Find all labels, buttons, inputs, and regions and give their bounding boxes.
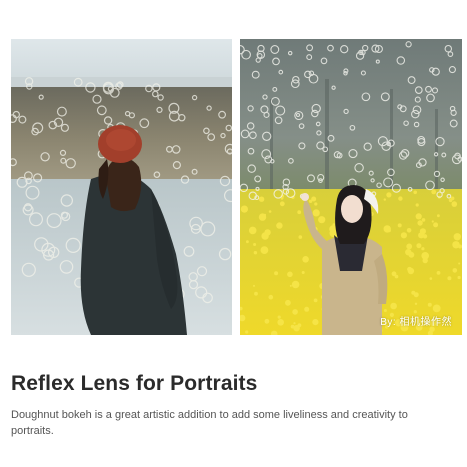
flower-dot [313,298,318,303]
section-description: Doughnut bokeh is a great artistic addit… [11,409,408,437]
flower-dot [458,262,461,265]
flower-dot [422,234,428,239]
flower-dot [437,214,440,218]
flower-dot [433,222,439,228]
portrait-photo-left [11,39,232,335]
flower-dot [240,205,248,213]
flower-dot [297,210,302,215]
flower-dot [293,322,296,325]
flower-dot [302,256,309,263]
flower-dot [258,196,265,202]
flower-dot [407,266,412,272]
flower-dot [274,271,279,276]
flower-dot [268,210,272,213]
flower-dot [427,302,432,307]
flower-dot [421,252,429,260]
flower-dot [293,325,300,332]
flower-dot [287,271,293,278]
flower-dot [304,306,310,312]
flower-dot [416,243,422,249]
flower-dot [298,235,303,239]
flower-dot [277,319,284,326]
flower-dot [391,271,397,277]
flower-dot [386,192,392,198]
flower-dot [312,209,320,217]
flower-dot [408,251,415,258]
flower-dot [390,302,397,310]
flower-dot [253,284,255,287]
flower-dot [383,309,387,312]
flower-dot [398,196,403,201]
photo-comparison: By: 相机操作然 [11,39,462,335]
flower-dot [458,244,462,249]
flower-dot [383,225,391,233]
flower-dot [248,226,257,235]
portrait-photo-right-image [240,39,462,335]
flower-dot [279,201,285,207]
flower-dot [245,330,249,334]
flower-dot [429,277,433,280]
flower-dot [431,220,434,223]
flower-dot [289,284,292,287]
flower-dot [318,216,326,224]
flower-dot [277,315,281,319]
flower-dot [268,294,274,300]
flower-dot [260,246,269,255]
flower-dot [432,304,441,313]
flower-dot [264,318,270,324]
flower-dot [314,202,318,206]
flower-dot [431,189,437,195]
flower-dot [253,243,257,246]
flower-dot [312,319,319,326]
flower-dot [301,271,305,274]
photo-watermark: By: 相机操作然 [380,317,452,328]
flower-dot [276,222,283,229]
flower-dot [421,247,425,251]
flower-dot [415,213,422,220]
flower-dot [447,276,452,281]
flower-dot [397,223,402,228]
flower-dot [417,220,423,226]
flower-dot [413,292,419,298]
flower-dot [254,291,258,296]
flower-dot [285,299,291,306]
flower-dot [383,198,386,201]
flower-dot [263,213,267,217]
flower-dot [261,232,269,240]
flower-dot [436,271,441,275]
flower-dot [457,275,461,280]
flower-dot [419,228,426,235]
flower-dot [413,190,417,195]
flower-dot [308,199,313,203]
flower-dot [406,228,412,233]
flower-dot [415,203,419,207]
flower-dot [451,201,458,207]
flower-dot [452,268,458,273]
flower-dot [253,251,258,255]
flower-dot [453,233,461,241]
flower-dot [421,218,426,222]
flower-dot [414,302,418,305]
portrait-photo-left-image [11,39,232,335]
flower-dot [400,232,407,239]
section-title: Reflex Lens for Portraits [11,372,258,395]
flower-dot [292,309,298,315]
flower-dot [246,240,249,244]
portrait-photo-right: By: 相机操作然 [240,39,462,335]
flower-dot [291,280,300,289]
flower-dot [406,243,413,250]
flower-dot [448,198,453,203]
